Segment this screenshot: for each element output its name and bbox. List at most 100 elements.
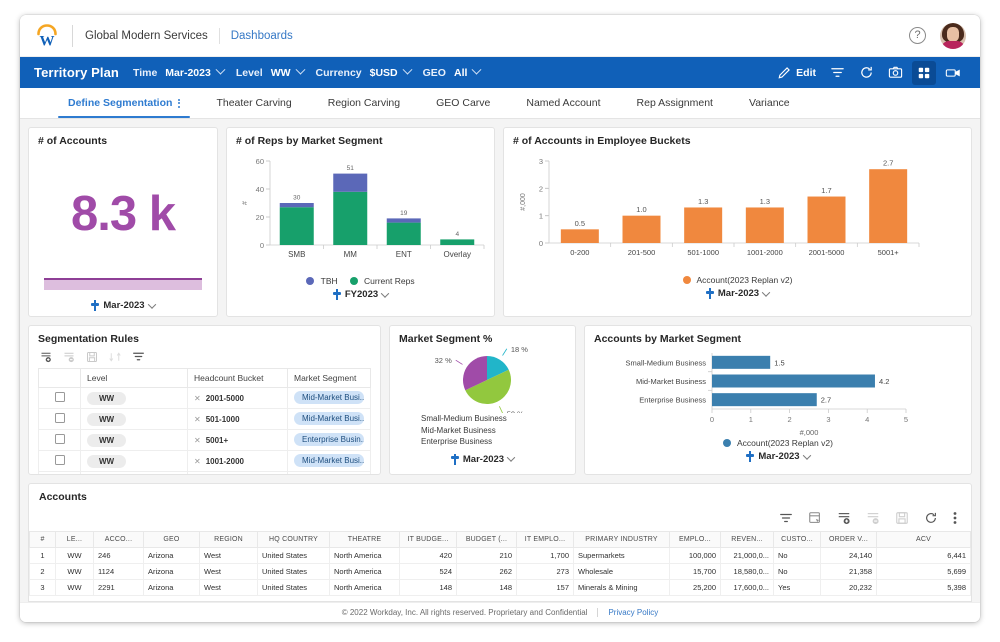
more-icon[interactable]: [953, 511, 957, 525]
edit-button[interactable]: Edit: [772, 61, 821, 85]
row-checkbox[interactable]: [54, 392, 65, 402]
avatar[interactable]: [940, 22, 966, 49]
col-theatre[interactable]: THEATRE: [329, 531, 400, 548]
row-checkbox[interactable]: [54, 455, 65, 465]
widget-prompt-buckets[interactable]: Mar-2023: [513, 287, 962, 299]
legend-item-account: Account(2023 Replan v2): [682, 275, 792, 285]
prompt-currency[interactable]: Currency $USD: [316, 64, 413, 79]
col-region[interactable]: REGION: [199, 531, 258, 548]
chart-legend-buckets: Account(2023 Replan v2): [513, 275, 962, 285]
col-geo[interactable]: GEO: [143, 531, 200, 548]
prompt-geo-value[interactable]: All: [454, 67, 467, 79]
filter-icon[interactable]: [779, 511, 793, 525]
tab-more-icon[interactable]: [178, 98, 181, 108]
col-emplo[interactable]: EMPLO...: [669, 531, 721, 548]
remove-icon[interactable]: ✕: [194, 457, 201, 466]
widget-row-1: # of Accounts 8.3 k Mar-2023 # of Reps b…: [28, 127, 972, 317]
refresh-button[interactable]: [854, 61, 879, 85]
workday-logo-icon[interactable]: W: [34, 23, 60, 49]
tab-theater-carving[interactable]: Theater Carving: [198, 88, 309, 118]
col-custo[interactable]: CUSTO...: [773, 531, 821, 548]
table-row[interactable]: WW ✕ 501-1000 Mid-Market Busi...: [38, 408, 371, 430]
privacy-policy-link[interactable]: Privacy Policy: [608, 608, 658, 617]
delete-row-icon[interactable]: [866, 511, 880, 525]
col-le[interactable]: LE...: [55, 531, 94, 548]
breadcrumb-dashboards[interactable]: Dashboards: [231, 30, 293, 42]
cell-headcount-bucket: ✕ 5001+: [187, 429, 288, 451]
chart-reps-by-market-segment[interactable]: 0 20 40 60 #30 SMB 51 MM 19 ENT 4 Overlay: [236, 149, 487, 276]
cell: 1124: [93, 563, 144, 580]
table-row[interactable]: WW ✕ 5001+ Enterprise Busin...: [38, 429, 371, 451]
prompt-geo[interactable]: GEO All: [423, 64, 482, 79]
segment-pill[interactable]: Mid-Market Busi...: [294, 390, 364, 404]
table-row[interactable]: 3 WW 2291 Arizona West United States North Ame…: [29, 579, 971, 596]
prompt-time-value[interactable]: Mar-2023: [165, 67, 211, 79]
tab-named-account[interactable]: Named Account: [508, 88, 618, 118]
prompt-currency-value[interactable]: $USD: [370, 67, 398, 79]
add-row-icon[interactable]: [837, 511, 851, 525]
save-icon[interactable]: [86, 351, 98, 363]
col-acco[interactable]: ACCO...: [93, 531, 144, 548]
table-row[interactable]: WW ✕ 1001-2000 Mid-Market Busi...: [38, 450, 371, 472]
table-row[interactable]: WW ✕ 2001-5000 Mid-Market Busi...: [38, 387, 371, 409]
remove-icon[interactable]: ✕: [194, 415, 201, 424]
remove-icon[interactable]: ✕: [194, 394, 201, 403]
col-budget[interactable]: BUDGET (...: [456, 531, 517, 548]
presentation-button[interactable]: [940, 61, 966, 85]
remove-icon[interactable]: ✕: [194, 436, 201, 445]
segment-pill[interactable]: Small-Medium B...: [294, 475, 364, 476]
table-row[interactable]: WW✕201-500 Small-Medium B...: [38, 471, 371, 476]
tab-rep-assignment[interactable]: Rep Assignment: [619, 88, 731, 118]
cell: Arizona: [143, 563, 200, 580]
col-reven[interactable]: REVEN...: [720, 531, 774, 548]
help-icon[interactable]: ?: [909, 27, 926, 44]
col-[interactable]: #: [29, 531, 56, 548]
column-config-icon[interactable]: [808, 511, 822, 525]
accounts-header: Accounts: [29, 491, 971, 507]
segment-pill[interactable]: Mid-Market Busi...: [294, 411, 364, 425]
col-order-v[interactable]: ORDER V...: [820, 531, 877, 548]
cell: United States: [257, 563, 330, 580]
widget-prompt-pie[interactable]: Mar-2023: [399, 453, 566, 465]
prompt-time[interactable]: Time Mar-2023: [133, 64, 226, 79]
col-headcount-bucket: Headcount Bucket: [187, 368, 288, 388]
widget-prompt-kpi[interactable]: Mar-2023: [38, 299, 208, 311]
add-row-icon[interactable]: [40, 351, 52, 363]
kpi-bar-wrap: [38, 278, 208, 300]
widget-prompt-reps[interactable]: FY2023: [236, 288, 485, 300]
tab-define-segmentation[interactable]: Define Segmentation: [50, 88, 198, 118]
prompt-level[interactable]: Level WW: [235, 64, 305, 79]
table-row[interactable]: 2 WW 1124 Arizona West United States North Ame…: [29, 563, 971, 580]
filter-icon[interactable]: [132, 350, 145, 363]
col-hq-country[interactable]: HQ COUNTRY: [257, 531, 330, 548]
widget-prompt-hbar[interactable]: Mar-2023: [594, 450, 962, 462]
filter-button[interactable]: [825, 61, 850, 85]
cell-market-segment: Enterprise Busin...: [287, 429, 371, 451]
tab-geo-carve[interactable]: GEO Carve: [418, 88, 508, 118]
cell-level: WW: [80, 450, 188, 472]
prompt-level-value[interactable]: WW: [271, 67, 291, 79]
refresh-icon[interactable]: [924, 511, 938, 525]
grid-view-button[interactable]: [912, 60, 936, 85]
prompt-level-label: Level: [235, 66, 263, 79]
chart-accounts-in-employee-buckets[interactable]: 0 1 2 3 #,000 0.5 0-200 1.0 201-500 1.3 501-1000 1.…: [513, 149, 923, 275]
segment-pill[interactable]: Mid-Market Busi...: [294, 453, 364, 467]
row-checkbox[interactable]: [54, 434, 65, 444]
table-row[interactable]: 1 WW 246 Arizona West United States North Amer…: [29, 547, 971, 564]
chart-legend-pie: Small-Medium Business Mid-Market Busines…: [399, 413, 566, 448]
col-it-budge[interactable]: IT BUDGE...: [399, 531, 457, 548]
col-it-emplo[interactable]: IT EMPLO...: [516, 531, 574, 548]
col-acv[interactable]: ACV: [876, 531, 971, 548]
segment-pill[interactable]: Enterprise Busin...: [294, 432, 364, 446]
tab-variance[interactable]: Variance: [731, 88, 808, 118]
snapshot-button[interactable]: [883, 61, 908, 85]
delete-row-icon[interactable]: [63, 351, 75, 363]
col-primary-industry[interactable]: PRIMARY INDUSTRY: [573, 531, 670, 548]
sort-icon[interactable]: [109, 351, 121, 363]
chart-accounts-by-market-segment[interactable]: 0 1 2 3 4 5 #,000 1.5 Small-Medium Business 4.2 Mi…: [594, 347, 926, 438]
chart-market-segment-pct[interactable]: 18 % 50 % 32 %: [399, 347, 568, 413]
global-header: W Global Modern Services Dashboards ?: [20, 15, 980, 57]
tab-region-carving[interactable]: Region Carving: [310, 88, 418, 118]
row-checkbox[interactable]: [54, 413, 65, 423]
save-icon[interactable]: [895, 511, 909, 525]
